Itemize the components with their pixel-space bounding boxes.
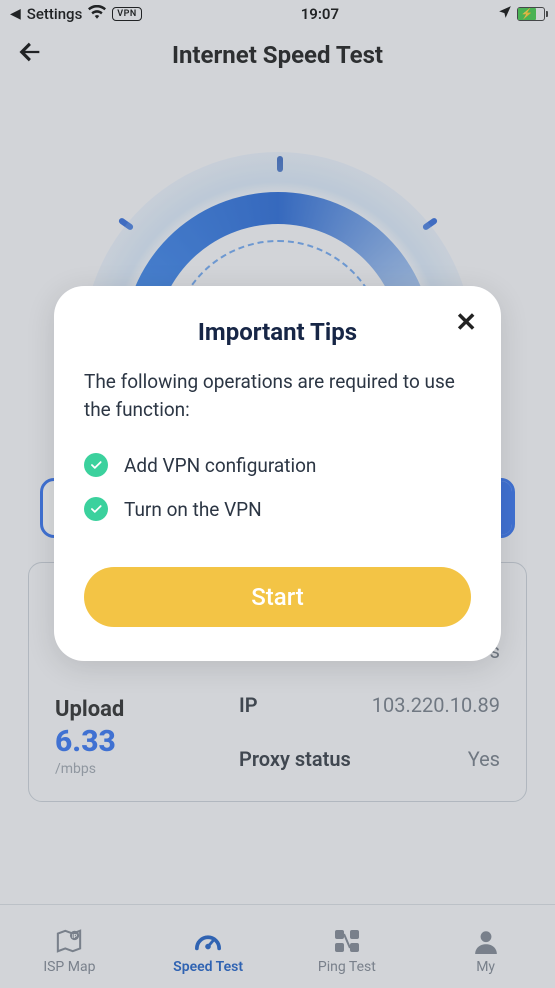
modal-description: The following operations are required to… xyxy=(84,368,471,423)
start-button[interactable]: Start xyxy=(84,567,471,627)
modal-item: Turn on the VPN xyxy=(84,497,471,521)
modal-item-label: Add VPN configuration xyxy=(124,454,316,477)
check-icon xyxy=(84,453,108,477)
modal-item: Add VPN configuration xyxy=(84,453,471,477)
modal-item-label: Turn on the VPN xyxy=(124,498,262,521)
close-icon[interactable]: ✕ xyxy=(455,308,477,338)
check-icon xyxy=(84,497,108,521)
start-button-label: Start xyxy=(251,583,304,611)
modal-title: Important Tips xyxy=(84,318,471,346)
important-tips-modal: ✕ Important Tips The following operation… xyxy=(54,286,501,661)
